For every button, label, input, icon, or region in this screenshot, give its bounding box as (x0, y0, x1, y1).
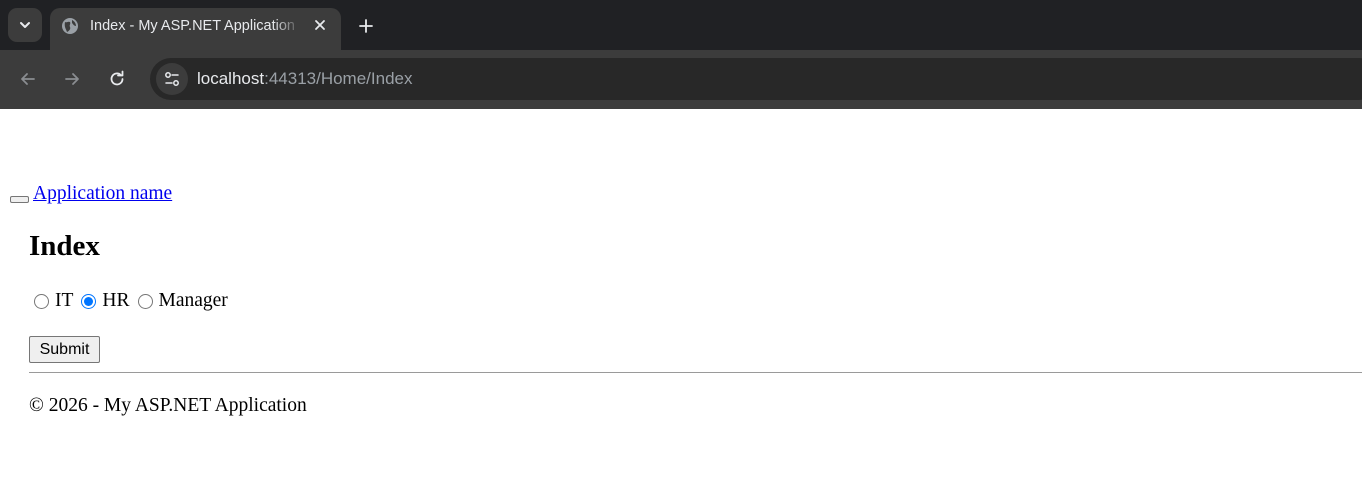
new-tab-button[interactable] (354, 14, 378, 38)
page-title: Index (29, 230, 100, 262)
address-bar[interactable]: localhost:44313/Home/Index (150, 58, 1362, 100)
chevron-down-icon (20, 22, 30, 28)
radio-hr[interactable] (81, 293, 97, 309)
page-content: Application name Index IT HR Manager Sub… (0, 109, 1362, 496)
radio-label-manager: Manager (158, 290, 228, 311)
submit-button[interactable]: Submit (29, 336, 100, 363)
tab-title: Index - My ASP.NET Application (90, 18, 295, 34)
plus-icon (359, 19, 373, 33)
radio-manager[interactable] (137, 293, 153, 309)
back-button[interactable] (16, 67, 40, 91)
department-radio-group: IT HR Manager (34, 289, 232, 315)
globe-icon (62, 18, 78, 34)
arrow-left-icon (21, 73, 35, 85)
navbar-toggle-button[interactable] (10, 196, 29, 203)
url-text[interactable]: localhost:44313/Home/Index (197, 69, 413, 91)
arrow-right-icon (65, 73, 79, 85)
browser-tab-active[interactable]: Index - My ASP.NET Application (50, 8, 341, 50)
tab-search-button[interactable] (8, 8, 42, 42)
browser-toolbar: localhost:44313/Home/Index (0, 50, 1362, 109)
footer-copyright: © 2026 - My ASP.NET Application (29, 395, 307, 416)
radio-label-hr: HR (102, 290, 130, 311)
url-host: localhost (197, 69, 265, 88)
url-path: :44313/Home/Index (264, 69, 413, 88)
forward-button[interactable] (60, 67, 84, 91)
tune-icon (165, 72, 179, 86)
reload-button[interactable] (105, 67, 129, 91)
site-info-button[interactable] (156, 63, 188, 95)
brand-link[interactable]: Application name (33, 182, 172, 206)
radio-option-manager[interactable]: Manager (137, 289, 228, 313)
tab-close-button[interactable] (310, 15, 330, 35)
close-icon (315, 20, 325, 30)
radio-it[interactable] (34, 293, 49, 309)
browser-tab-strip: Index - My ASP.NET Application (0, 0, 1362, 50)
reload-icon (110, 70, 124, 86)
radio-option-it[interactable]: IT (34, 289, 73, 313)
radio-label-it: IT (55, 290, 74, 311)
footer-divider (29, 372, 1362, 373)
radio-option-hr[interactable]: HR (81, 289, 130, 313)
